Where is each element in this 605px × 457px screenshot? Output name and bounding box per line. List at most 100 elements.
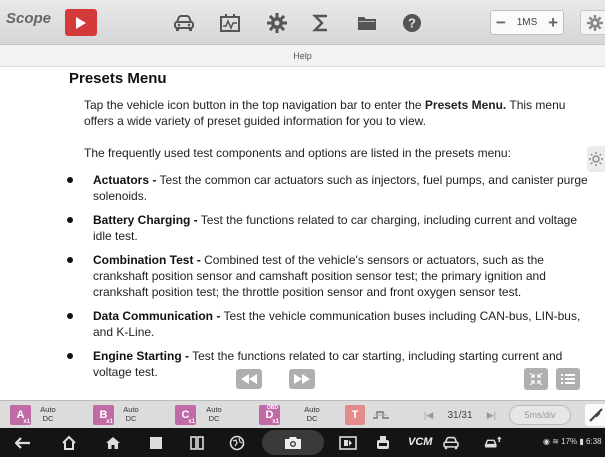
zoom-in-button[interactable]: +	[548, 13, 558, 33]
collapse-button[interactable]	[524, 368, 548, 390]
zoom-value: 1MS	[516, 17, 538, 28]
mode-label: Auto	[40, 405, 56, 414]
channel-a-mode[interactable]: Auto DC	[36, 405, 60, 423]
vcm-label[interactable]: VCM	[408, 436, 432, 448]
location-icon: ◉	[543, 437, 550, 446]
sigma-icon	[312, 14, 327, 31]
intro-bold: Presets Menu.	[424, 98, 507, 112]
service-button[interactable]	[484, 434, 502, 452]
waveform-icon	[220, 13, 240, 32]
play-icon	[76, 16, 86, 29]
trigger-edge-button[interactable]	[371, 405, 391, 425]
channel-scale: x1	[106, 419, 113, 425]
gear-icon	[267, 12, 287, 33]
channel-c-button[interactable]: Cx1	[175, 405, 196, 425]
coupling-label: DC	[125, 414, 137, 423]
brightness-icon	[589, 152, 603, 166]
status-area: ◉ ≋ 17% ▮ 6:38	[543, 437, 602, 446]
system-navigation-bar: VCM ◉ ≋ 17% ▮ 6:38	[0, 428, 605, 457]
back-button[interactable]	[14, 434, 32, 452]
record-icon	[339, 436, 357, 450]
zoom-out-button[interactable]: −	[496, 13, 506, 33]
channel-b-mode[interactable]: Auto DC	[119, 405, 143, 423]
prev-frame-button[interactable]: |◀	[424, 410, 433, 421]
timebase-field[interactable]: 5ms/div	[509, 405, 571, 425]
folder-icon	[358, 16, 376, 30]
home-button[interactable]	[60, 434, 78, 452]
next-frame-button[interactable]: ▶|	[487, 410, 496, 421]
rewind-button[interactable]	[236, 369, 262, 389]
item-title: Battery Charging -	[93, 213, 198, 227]
desktop-button[interactable]	[104, 434, 122, 452]
play-button[interactable]	[65, 9, 97, 36]
camera-icon	[285, 436, 301, 449]
probe-icon	[589, 408, 603, 422]
pulse-edge-icon	[373, 411, 389, 419]
intro-paragraph: Tap the vehicle icon button in the top n…	[84, 97, 584, 129]
help-icon: ?	[403, 13, 421, 32]
probe-button[interactable]	[585, 404, 605, 426]
channel-d-button[interactable]: D OBD x1	[259, 405, 280, 425]
split-screen-button[interactable]	[188, 434, 206, 452]
intro-text: Tap the vehicle icon button in the top n…	[84, 98, 425, 112]
list-icon	[561, 374, 575, 384]
frame-counter: 31/31	[447, 409, 473, 421]
car-icon	[174, 14, 194, 31]
help-title: Help	[293, 51, 312, 61]
vci-icon	[377, 436, 389, 449]
screen-record-button[interactable]	[339, 434, 357, 452]
list-item: Actuators - Test the common car actuator…	[64, 172, 589, 204]
channel-bar: Ax1 Auto DC Bx1 Auto DC Cx1 Auto DC D OBD x1 …	[0, 400, 605, 428]
channel-scale: x1	[23, 419, 30, 425]
vehicle-button[interactable]	[166, 9, 202, 36]
files-button[interactable]	[349, 9, 385, 36]
settings-button[interactable]	[259, 9, 295, 36]
help-title-bar: Help	[0, 45, 605, 67]
list-item: Combination Test - Combined test of the …	[64, 252, 589, 300]
car-icon	[443, 436, 459, 450]
waveform-button[interactable]	[212, 9, 248, 36]
item-title: Engine Starting -	[93, 349, 189, 363]
channel-tag: OBD	[266, 405, 278, 411]
wifi-icon: ≋	[552, 437, 559, 446]
trigger-button[interactable]: T	[345, 405, 365, 425]
recent-apps-button[interactable]	[147, 434, 165, 452]
split-icon	[190, 436, 204, 450]
clock: 6:38	[586, 437, 602, 446]
mode-label: Auto	[304, 405, 320, 414]
item-text: Test the common car actuators such as in…	[93, 173, 588, 203]
house-icon	[106, 437, 120, 449]
screenshot-button[interactable]	[262, 430, 324, 455]
item-title: Data Communication -	[93, 309, 221, 323]
back-icon	[15, 437, 30, 449]
help-content[interactable]: Presets Menu Tap the vehicle icon button…	[0, 67, 605, 400]
browser-button[interactable]	[228, 434, 246, 452]
coupling-label: DC	[42, 414, 54, 423]
bullet-icon	[67, 313, 73, 319]
coupling-label: DC	[208, 414, 220, 423]
brightness-button[interactable]	[587, 146, 605, 172]
channel-c-mode[interactable]: Auto DC	[202, 405, 226, 423]
rewind-icon	[241, 374, 257, 384]
bullet-icon	[67, 353, 73, 359]
car-service-icon	[484, 436, 502, 448]
vehicle-shortcut-button[interactable]	[442, 434, 460, 452]
battery-level: 17%	[561, 437, 578, 446]
menu-button[interactable]	[556, 368, 580, 390]
page-title: Presets Menu	[69, 70, 167, 87]
vci-button[interactable]	[374, 434, 392, 452]
scope-settings-button[interactable]	[580, 10, 605, 35]
help-button[interactable]: ?	[394, 9, 430, 36]
list-item: Battery Charging - Test the functions re…	[64, 212, 589, 244]
item-title: Combination Test -	[93, 253, 201, 267]
measure-button[interactable]	[303, 9, 339, 36]
timebase-zoom-control: − 1MS +	[490, 10, 564, 35]
channel-a-button[interactable]: Ax1	[10, 405, 31, 425]
fast-forward-button[interactable]	[289, 369, 315, 389]
coupling-label: DC	[306, 414, 318, 423]
list-item: Engine Starting - Test the functions rel…	[64, 348, 589, 380]
channel-scale: x1	[272, 419, 279, 425]
channel-b-button[interactable]: Bx1	[93, 405, 114, 425]
channel-d-mode[interactable]: Auto DC	[300, 405, 324, 423]
gear-icon	[587, 14, 603, 31]
